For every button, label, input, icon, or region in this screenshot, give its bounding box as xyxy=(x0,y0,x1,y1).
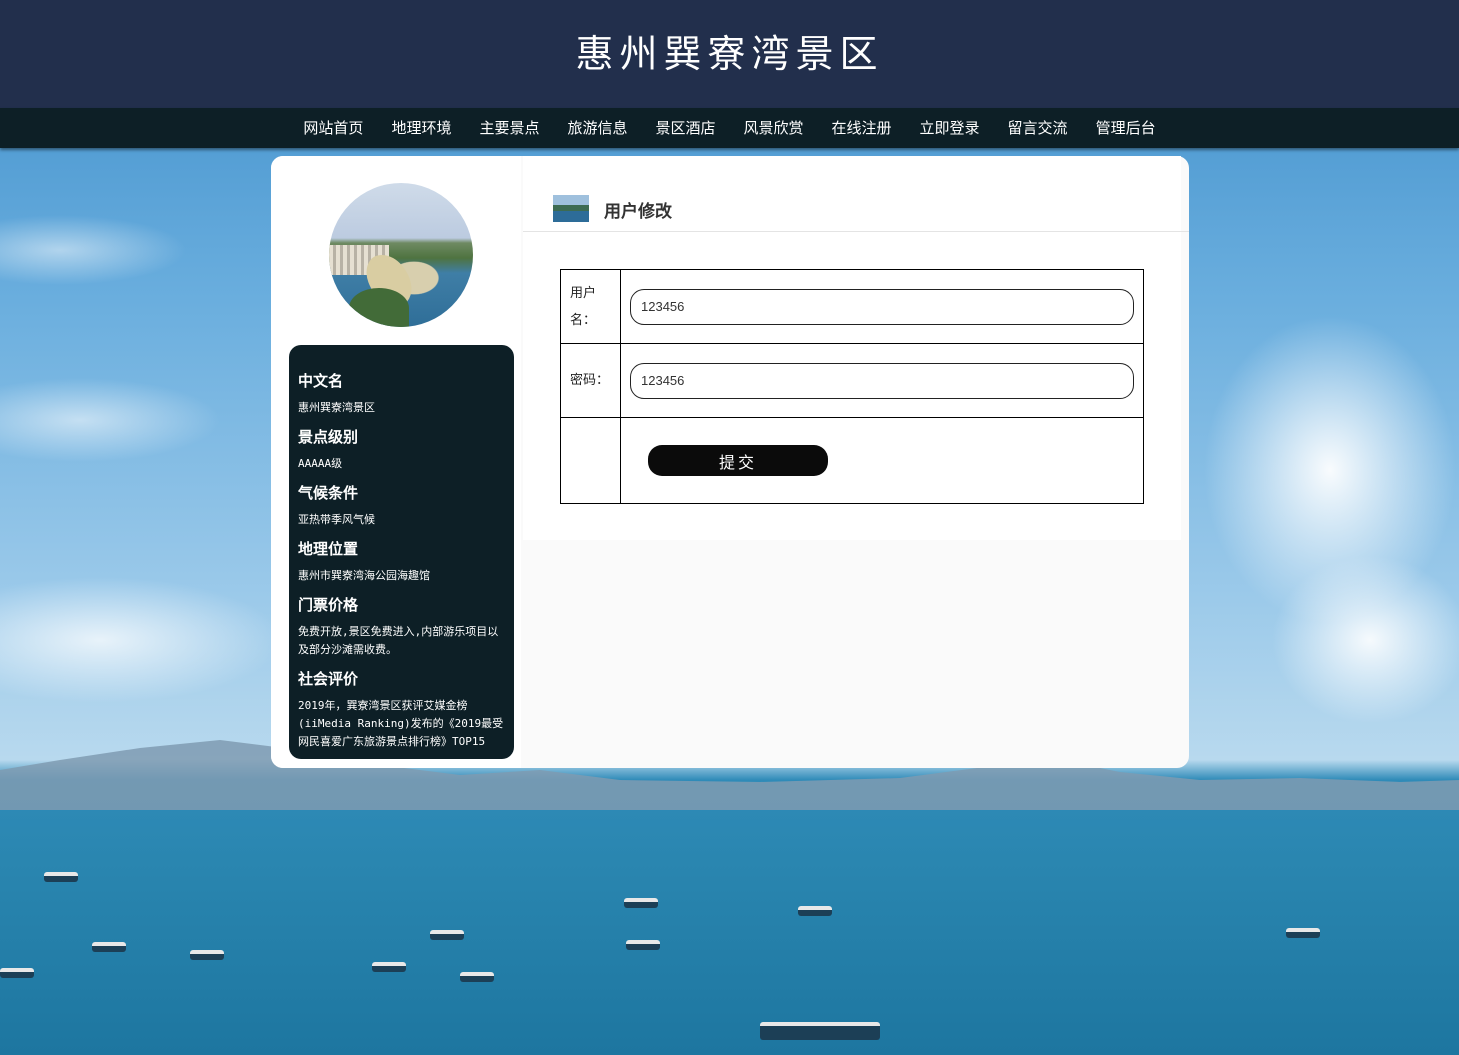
boat-decoration xyxy=(430,930,464,940)
password-label: 密码： xyxy=(560,343,621,418)
password-input[interactable] xyxy=(630,362,1134,399)
form-row-submit: 提交 xyxy=(560,417,1144,504)
boat-decoration xyxy=(190,950,224,960)
nav-item-messages[interactable]: 留言交流 xyxy=(994,108,1082,148)
empty-label-cell xyxy=(560,417,621,504)
info-heading: 气候条件 xyxy=(298,484,359,502)
info-heading: 中文名 xyxy=(298,372,344,390)
content-container: 中文名 惠州巽寮湾景区 景点级别 AAAAA级 气候条件 亚热带季风气候 地理位… xyxy=(271,156,1189,768)
info-text: 2019年，巽寮湾景区获评艾媒金榜(iiMedia Ranking)发布的《20… xyxy=(298,699,504,748)
form-row-username: 用户名： xyxy=(560,269,1144,344)
info-text: 惠州市巽寮湾海公园海趣馆 xyxy=(298,569,430,582)
nav-item-travel-info[interactable]: 旅游信息 xyxy=(553,108,641,148)
boat-decoration xyxy=(1286,928,1320,938)
nav-item-geography[interactable]: 地理环境 xyxy=(377,108,465,148)
info-heading: 景点级别 xyxy=(298,428,359,446)
avatar-island-detail xyxy=(349,288,409,327)
boat-decoration xyxy=(760,1022,880,1040)
nav-item-home[interactable]: 网站首页 xyxy=(289,108,377,148)
info-text: 免费开放,景区免费进入,内部游乐项目以及部分沙滩需收费。 xyxy=(298,625,499,656)
nav-item-scenery[interactable]: 风景欣赏 xyxy=(730,108,818,148)
info-text: 惠州巽寮湾景区 xyxy=(298,401,375,414)
boat-decoration xyxy=(372,962,406,972)
form-row-password: 密码： xyxy=(560,343,1144,418)
info-heading: 门票价格 xyxy=(298,596,359,614)
username-input[interactable] xyxy=(630,288,1134,325)
nav-item-admin[interactable]: 管理后台 xyxy=(1082,108,1170,148)
boat-decoration xyxy=(92,942,126,952)
nav-item-register[interactable]: 在线注册 xyxy=(818,108,906,148)
scenic-avatar-image xyxy=(329,183,473,327)
boat-decoration xyxy=(44,872,78,882)
boat-decoration xyxy=(798,906,832,916)
info-heading: 社会评价 xyxy=(298,670,359,688)
site-title: 惠州巽寮湾景区 xyxy=(575,31,884,76)
user-edit-form: 用户名： 密码： 提交 xyxy=(560,269,1144,504)
username-label: 用户名： xyxy=(560,269,621,344)
submit-button[interactable]: 提交 xyxy=(648,445,828,476)
nav-item-attractions[interactable]: 主要景点 xyxy=(465,108,553,148)
sidebar: 中文名 惠州巽寮湾景区 景点级别 AAAAA级 气候条件 亚热带季风气候 地理位… xyxy=(271,156,521,768)
boat-decoration xyxy=(626,940,660,950)
info-text: AAAAA级 xyxy=(298,457,343,470)
submit-cell: 提交 xyxy=(620,417,1144,504)
panel-thumbnail-icon xyxy=(553,195,589,222)
boat-decoration xyxy=(460,972,494,982)
panel-header: 用户修改 xyxy=(523,192,1189,232)
info-heading: 地理位置 xyxy=(298,540,359,558)
panel-title: 用户修改 xyxy=(604,202,672,222)
info-text: 亚热带季风气候 xyxy=(298,513,375,526)
password-field-cell xyxy=(620,343,1144,418)
boat-decoration xyxy=(624,898,658,908)
boat-decoration xyxy=(0,968,34,978)
nav-item-hotels[interactable]: 景区酒店 xyxy=(641,108,729,148)
nav-item-login[interactable]: 立即登录 xyxy=(906,108,994,148)
main-panel: 用户修改 用户名： 密码： 提交 xyxy=(523,156,1189,540)
info-panel: 中文名 惠州巽寮湾景区 景点级别 AAAAA级 气候条件 亚热带季风气候 地理位… xyxy=(289,345,514,759)
username-field-cell xyxy=(620,269,1144,344)
main-nav: 网站首页 地理环境 主要景点 旅游信息 景区酒店 风景欣赏 在线注册 立即登录 … xyxy=(0,108,1459,148)
site-header: 惠州巽寮湾景区 xyxy=(0,0,1459,108)
